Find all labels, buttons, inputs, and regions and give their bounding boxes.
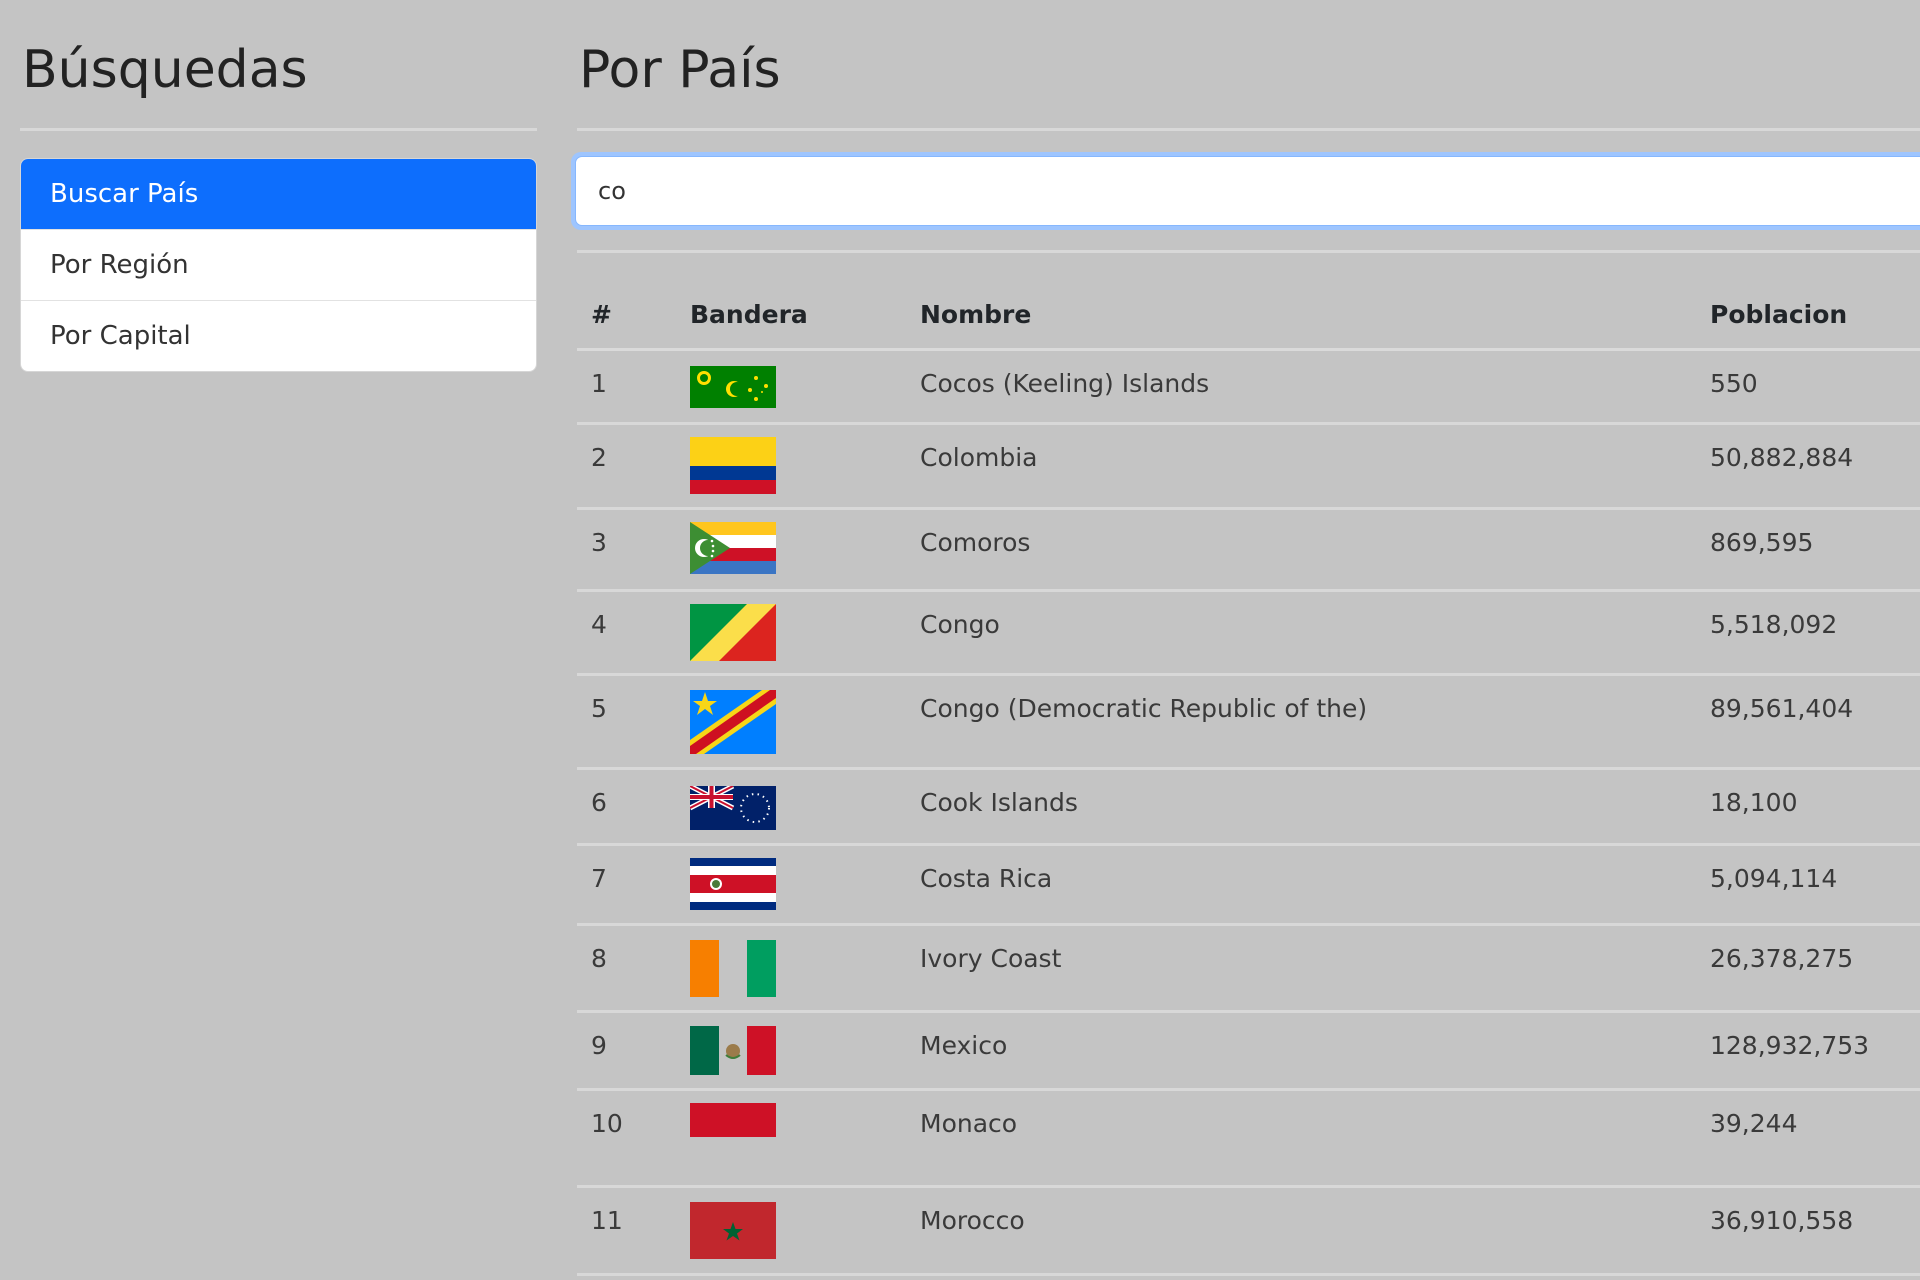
monaco-flag-icon: [690, 1103, 776, 1137]
table-row: 9 Mexico 128,932,753: [577, 1011, 1920, 1091]
country-name: Congo: [920, 610, 1000, 639]
row-number: 11: [591, 1206, 623, 1235]
table-row: 1 Cocos (Keeling) Islands 550: [577, 349, 1920, 425]
sidebar-divider: [20, 128, 537, 131]
country-name: Monaco: [920, 1109, 1018, 1138]
table-row: 11 Morocco 36,910,558: [577, 1186, 1920, 1276]
row-number: 10: [591, 1109, 623, 1138]
country-population: 89,561,404: [1710, 694, 1854, 723]
row-number: 3: [591, 528, 607, 557]
row-number: 9: [591, 1031, 607, 1060]
country-population: 26,378,275: [1710, 944, 1854, 973]
title-divider: [577, 128, 1920, 131]
cook-islands-flag-icon: [690, 786, 776, 830]
table-row: 7 Costa Rica 5,094,114: [577, 844, 1920, 926]
table-row: 6 Cook Islands 18,100: [577, 768, 1920, 846]
table-row: 3 Comoros 869,595: [577, 508, 1920, 592]
country-population: 18,100: [1710, 788, 1798, 817]
table-row: 8 Ivory Coast 26,378,275: [577, 924, 1920, 1013]
country-name: Cocos (Keeling) Islands: [920, 369, 1210, 398]
menu-item-por-capital[interactable]: Por Capital: [21, 300, 536, 371]
row-number: 4: [591, 610, 607, 639]
country-population: 5,518,092: [1710, 610, 1838, 639]
page-title: Por País: [579, 40, 781, 100]
row-number: 5: [591, 694, 607, 723]
dr-congo-flag-icon: [690, 690, 776, 754]
country-name: Mexico: [920, 1031, 1008, 1060]
row-number: 8: [591, 944, 607, 973]
header-flag: Bandera: [690, 280, 920, 351]
header-number: #: [577, 280, 690, 351]
row-number: 2: [591, 443, 607, 472]
country-name: Morocco: [920, 1206, 1025, 1235]
search-divider: [577, 250, 1920, 253]
ivory-coast-flag-icon: [690, 940, 776, 997]
country-name: Cook Islands: [920, 788, 1078, 817]
country-population: 550: [1710, 369, 1758, 398]
header-population: Poblacion: [1710, 280, 1920, 351]
countries-table: # Bandera Nombre Poblacion 1 Cocos (Keel…: [577, 280, 1920, 1276]
morocco-flag-icon: [690, 1202, 776, 1259]
table-row: 5 Congo (Democratic Republic of the) 89,…: [577, 674, 1920, 770]
congo-flag-icon: [690, 604, 776, 661]
table-header-row: # Bandera Nombre Poblacion: [577, 280, 1920, 351]
country-population: 5,094,114: [1710, 864, 1838, 893]
country-name: Costa Rica: [920, 864, 1053, 893]
table-row: 2 Colombia 50,882,884: [577, 423, 1920, 510]
mexico-flag-icon: [690, 1026, 776, 1075]
menu-item-por-region[interactable]: Por Región: [21, 229, 536, 300]
row-number: 7: [591, 864, 607, 893]
country-name: Congo (Democratic Republic of the): [920, 694, 1368, 723]
table-row: 10 Monaco 39,244: [577, 1089, 1920, 1188]
country-name: Colombia: [920, 443, 1038, 472]
cocos-keeling-islands-flag-icon: [690, 366, 776, 408]
table-row: 4 Congo 5,518,092: [577, 590, 1920, 676]
search-input[interactable]: [575, 156, 1920, 226]
colombia-flag-icon: [690, 437, 776, 494]
search-menu: Buscar País Por Región Por Capital: [20, 158, 537, 372]
country-population: 128,932,753: [1710, 1031, 1870, 1060]
search-focus-ring: [571, 152, 1920, 230]
country-population: 36,910,558: [1710, 1206, 1854, 1235]
row-number: 1: [591, 369, 607, 398]
country-name: Ivory Coast: [920, 944, 1062, 973]
country-name: Comoros: [920, 528, 1031, 557]
comoros-flag-icon: [690, 522, 776, 574]
costa-rica-flag-icon: [690, 858, 776, 910]
row-number: 6: [591, 788, 607, 817]
country-population: 869,595: [1710, 528, 1814, 557]
country-population: 50,882,884: [1710, 443, 1854, 472]
sidebar-title: Búsquedas: [22, 40, 308, 100]
menu-item-buscar-pais[interactable]: Buscar País: [21, 159, 536, 229]
country-population: 39,244: [1710, 1109, 1798, 1138]
header-name: Nombre: [920, 280, 1710, 351]
